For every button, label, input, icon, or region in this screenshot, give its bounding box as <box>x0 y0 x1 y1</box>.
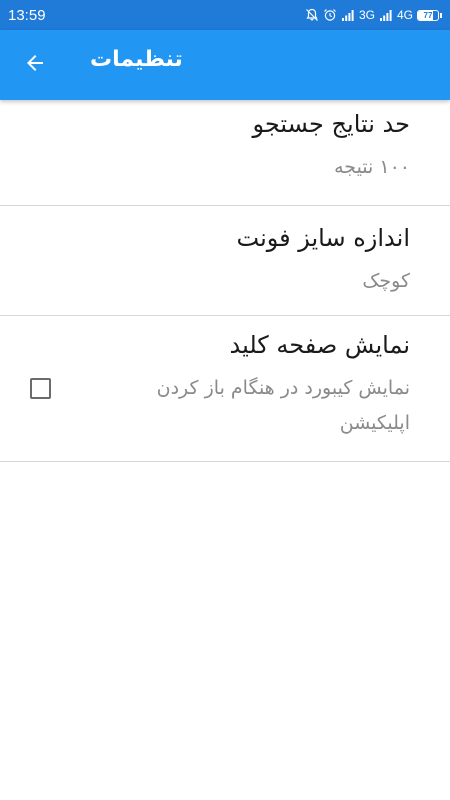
battery-level: 77 <box>423 10 433 20</box>
battery-icon: 77 <box>417 9 442 21</box>
setting-show-keyboard[interactable]: نمایش صفحه کلید نمایش کیبورد در هنگام با… <box>0 316 450 462</box>
page-title: تنظیمات <box>90 47 183 72</box>
show-keyboard-checkbox[interactable] <box>30 378 51 399</box>
setting-search-result-limit[interactable]: حد نتایج جستجو ۱۰۰ نتیجه <box>0 100 450 206</box>
setting-summary: نمایش کیبورد در هنگام باز کردن اپلیکیشن <box>156 377 410 434</box>
setting-summary: ۱۰۰ نتیجه <box>334 156 410 178</box>
setting-title: اندازه سایز فونت <box>236 224 411 252</box>
settings-list: حد نتایج جستجو ۱۰۰ نتیجه اندازه سایز فون… <box>0 100 450 462</box>
setting-title: نمایش صفحه کلید <box>229 331 411 359</box>
network-type-2: 4G <box>396 8 413 22</box>
signal-icon <box>341 9 355 21</box>
app-bar: تنظیمات <box>0 30 450 100</box>
arrow-back-icon <box>23 51 47 79</box>
network-type-1: 3G <box>358 8 375 22</box>
status-bar: 13:59 3G 4G 77 <box>0 0 450 30</box>
setting-font-size[interactable]: اندازه سایز فونت کوچک <box>0 206 450 316</box>
back-button[interactable] <box>14 44 56 86</box>
status-time: 13:59 <box>8 6 46 24</box>
setting-summary: کوچک <box>362 270 410 292</box>
setting-title: حد نتایج جستجو <box>252 110 410 138</box>
notifications-off-icon <box>305 8 319 22</box>
signal-icon <box>379 9 393 21</box>
status-icons: 3G 4G 77 <box>305 8 442 22</box>
alarm-icon <box>323 8 337 22</box>
